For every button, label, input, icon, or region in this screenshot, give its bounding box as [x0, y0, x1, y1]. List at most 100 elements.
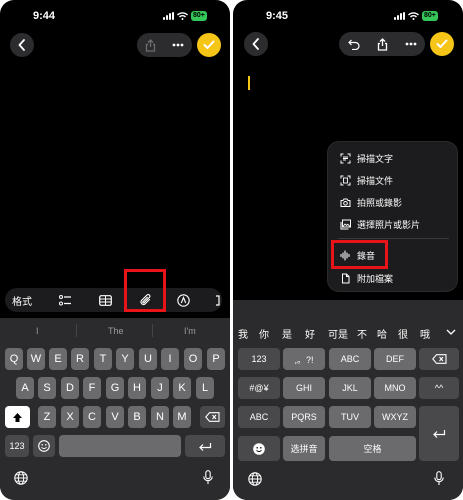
- key-n[interactable]: N: [151, 406, 169, 428]
- delete-key[interactable]: [200, 406, 225, 428]
- menu-item-scan-text[interactable]: 掃描文字: [340, 152, 393, 165]
- candidate-8[interactable]: 很: [398, 326, 408, 341]
- key-m[interactable]: M: [173, 406, 191, 428]
- key-ghi[interactable]: GHI: [283, 377, 325, 399]
- key-w[interactable]: W: [27, 348, 45, 370]
- menu-item-label: 附加檔案: [357, 274, 394, 284]
- emoji-icon: [253, 442, 265, 455]
- microphone-icon[interactable]: [434, 471, 444, 486]
- scan-text-icon: [340, 153, 351, 164]
- key-a[interactable]: A: [16, 377, 34, 399]
- more-options-icon[interactable]: [172, 43, 184, 47]
- candidate-4[interactable]: 好: [305, 326, 315, 341]
- key-q[interactable]: Q: [5, 348, 23, 370]
- key-c[interactable]: C: [83, 406, 101, 428]
- menu-item-scan-document[interactable]: 掃描文件: [340, 174, 393, 187]
- chevron-down-icon[interactable]: [446, 329, 456, 335]
- done-button[interactable]: [430, 32, 454, 56]
- abc-switch-key[interactable]: ABC: [238, 406, 280, 428]
- numbers-key[interactable]: 123: [238, 348, 280, 370]
- undo-icon[interactable]: [347, 39, 360, 50]
- menu-item-label: 掃描文件: [357, 176, 394, 186]
- menu-divider: [338, 238, 449, 239]
- space-key[interactable]: 空格: [329, 436, 416, 461]
- key-u[interactable]: U: [139, 348, 157, 370]
- space-key[interactable]: [59, 435, 181, 457]
- key-y[interactable]: Y: [116, 348, 134, 370]
- key-i[interactable]: I: [161, 348, 179, 370]
- candidate-9[interactable]: 哦: [420, 326, 430, 341]
- globe-icon[interactable]: [248, 472, 262, 486]
- emoticon-key[interactable]: ^^: [419, 377, 459, 399]
- table-icon: [98, 294, 112, 306]
- candidate-1[interactable]: 我: [238, 326, 248, 341]
- suggestion-2[interactable]: The: [108, 326, 124, 336]
- key-h[interactable]: H: [128, 377, 146, 399]
- key-x[interactable]: X: [61, 406, 79, 428]
- done-button[interactable]: [197, 33, 221, 57]
- numbers-key[interactable]: 123: [5, 435, 29, 457]
- menu-item-attach-file[interactable]: 附加檔案: [340, 272, 393, 285]
- candidate-5[interactable]: 可是: [328, 326, 348, 341]
- photo-library-icon: [340, 219, 351, 230]
- candidate-3[interactable]: 是: [282, 326, 292, 341]
- candidate-2[interactable]: 你: [259, 326, 269, 341]
- key-d[interactable]: D: [61, 377, 79, 399]
- status-time: 9:45: [266, 10, 289, 22]
- backspace-icon: [205, 412, 220, 422]
- key-jkl[interactable]: JKL: [329, 377, 371, 399]
- share-icon[interactable]: [377, 37, 388, 51]
- key-r[interactable]: R: [71, 348, 89, 370]
- key-s[interactable]: S: [38, 377, 56, 399]
- key-k[interactable]: K: [173, 377, 191, 399]
- back-button[interactable]: [244, 32, 268, 56]
- checkmark-icon: [203, 40, 215, 49]
- back-button[interactable]: [10, 33, 34, 57]
- markup-button[interactable]: [173, 288, 193, 312]
- formatting-toolbar: 格式: [5, 288, 222, 312]
- table-button[interactable]: [95, 288, 115, 312]
- share-icon[interactable]: [145, 38, 156, 52]
- key-z[interactable]: Z: [38, 406, 56, 428]
- key-f[interactable]: F: [83, 377, 101, 399]
- key-abc[interactable]: ABC: [329, 348, 371, 370]
- menu-item-photo-library[interactable]: 選擇照片或影片: [340, 218, 420, 231]
- menu-item-camera[interactable]: 拍照或錄影: [340, 196, 402, 209]
- suggestion-1[interactable]: I: [36, 326, 39, 336]
- toolbar-overflow-icon[interactable]: [212, 288, 222, 312]
- format-button[interactable]: 格式: [9, 288, 35, 312]
- key-e[interactable]: E: [49, 348, 67, 370]
- checklist-button[interactable]: [55, 288, 75, 312]
- key-punctuation[interactable]: ,。?!: [283, 348, 325, 370]
- suggestion-3[interactable]: I'm: [184, 326, 196, 336]
- key-b[interactable]: B: [128, 406, 146, 428]
- microphone-icon[interactable]: [203, 470, 213, 485]
- emoji-key[interactable]: [238, 436, 280, 461]
- text-cursor[interactable]: [248, 76, 250, 90]
- select-pinyin-key[interactable]: 选拼音: [283, 436, 325, 461]
- key-mno[interactable]: MNO: [374, 377, 416, 399]
- shift-key[interactable]: [5, 406, 30, 428]
- symbols-key[interactable]: #@¥: [238, 377, 280, 399]
- return-key[interactable]: [419, 406, 459, 461]
- return-key[interactable]: [185, 435, 225, 457]
- key-g[interactable]: G: [106, 377, 124, 399]
- key-wxyz[interactable]: WXYZ: [374, 406, 416, 428]
- key-j[interactable]: J: [151, 377, 169, 399]
- delete-key[interactable]: [419, 348, 459, 370]
- key-v[interactable]: V: [106, 406, 124, 428]
- globe-icon[interactable]: [14, 471, 28, 485]
- key-t[interactable]: T: [94, 348, 112, 370]
- key-o[interactable]: O: [184, 348, 202, 370]
- key-pqrs[interactable]: PQRS: [283, 406, 325, 428]
- key-def[interactable]: DEF: [374, 348, 416, 370]
- key-l[interactable]: L: [196, 377, 214, 399]
- menu-item-label: 選擇照片或影片: [357, 220, 421, 230]
- candidate-6[interactable]: 不: [357, 326, 367, 341]
- signal-icon: [394, 12, 405, 20]
- emoji-key[interactable]: [33, 435, 55, 457]
- key-tuv[interactable]: TUV: [329, 406, 371, 428]
- key-p[interactable]: P: [207, 348, 225, 370]
- more-options-icon[interactable]: [405, 42, 417, 46]
- candidate-7[interactable]: 哈: [377, 326, 387, 341]
